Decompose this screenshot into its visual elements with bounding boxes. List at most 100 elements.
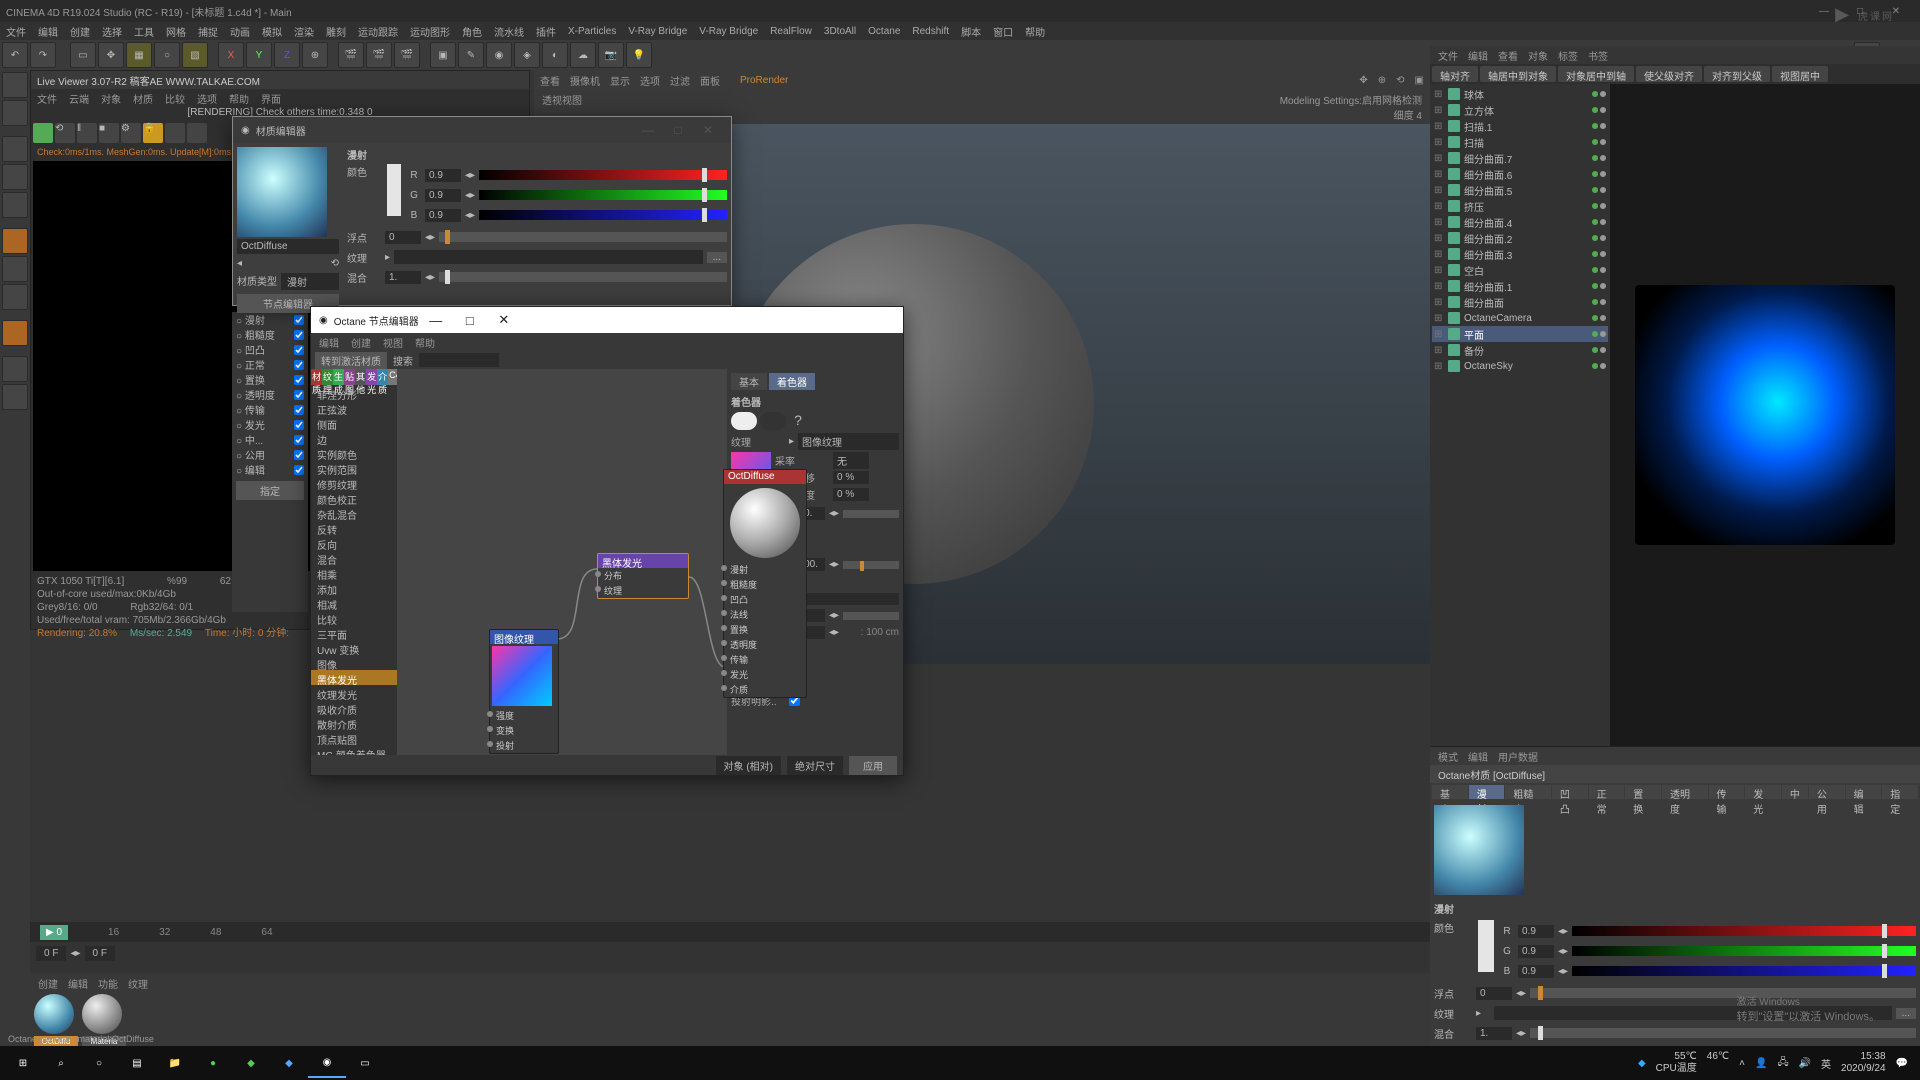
menu-动画[interactable]: 动画: [230, 24, 250, 39]
channel-公用[interactable]: ○ 公用: [232, 447, 308, 462]
light-button[interactable]: 💡: [626, 42, 652, 68]
mateditor-type-select[interactable]: 漫射: [281, 273, 339, 290]
app-button-rec[interactable]: ▭: [346, 1048, 384, 1078]
attr-menu-模式[interactable]: 模式: [1438, 749, 1458, 763]
tree-item-细分曲面.3[interactable]: ⊞细分曲面.3: [1432, 246, 1608, 262]
select-tool[interactable]: ▭: [70, 42, 96, 68]
vp-menu-查看[interactable]: 查看: [540, 77, 560, 88]
ne-menu-创建[interactable]: 创建: [351, 335, 371, 349]
ne-item-添加[interactable]: 添加: [311, 580, 397, 595]
axis-mode[interactable]: [2, 228, 28, 254]
close-button[interactable]: ✕: [1878, 3, 1914, 19]
attr-r-slider[interactable]: [1572, 926, 1916, 936]
attr-tab-粗糙度[interactable]: 粗糙度: [1505, 785, 1551, 799]
ne-item-纹理发光[interactable]: 纹理发光: [311, 685, 397, 700]
attr-tab-置换[interactable]: 置换: [1625, 785, 1661, 799]
ne-item-修剪纹理[interactable]: 修剪纹理: [311, 475, 397, 490]
menu-脚本[interactable]: 脚本: [961, 24, 981, 39]
obj-menu-查看[interactable]: 查看: [1498, 48, 1518, 62]
me-b-slider[interactable]: [479, 210, 727, 220]
attr-mat-preview[interactable]: [1434, 805, 1524, 895]
ne-toggle-2[interactable]: [760, 412, 786, 430]
attr-color-swatch[interactable]: [1478, 920, 1494, 972]
tree-item-细分曲面.6[interactable]: ⊞细分曲面.6: [1432, 166, 1608, 182]
lv-pick[interactable]: [165, 123, 185, 143]
tree-item-平面[interactable]: ⊞平面: [1432, 326, 1608, 342]
channel-编辑[interactable]: ○ 编辑: [232, 462, 308, 477]
attr-b-value[interactable]: 0.9: [1518, 965, 1554, 978]
texture-mode[interactable]: [2, 100, 28, 126]
timeline-ruler[interactable]: ▶ 016324864: [30, 922, 1430, 942]
lv-menu-帮助[interactable]: 帮助: [229, 91, 249, 103]
lv-menu-对象[interactable]: 对象: [101, 91, 121, 103]
attr-float-value[interactable]: 0: [1476, 987, 1512, 1000]
menu-文件[interactable]: 文件: [6, 24, 26, 39]
attr-menu-用户数据[interactable]: 用户数据: [1498, 749, 1538, 763]
ne-item-相乘[interactable]: 相乘: [311, 565, 397, 580]
channel-正常[interactable]: ○ 正常: [232, 357, 308, 372]
nodeeditor-titlebar[interactable]: ◉ Octane 节点编辑器 — □ ✕: [311, 307, 903, 333]
align-tab[interactable]: 轴对齐: [1432, 66, 1478, 82]
menu-RealFlow[interactable]: RealFlow: [770, 26, 812, 37]
ne-dist-field[interactable]: [798, 593, 899, 605]
me-float-slider[interactable]: [439, 232, 727, 242]
attr-tab-透明度[interactable]: 透明度: [1662, 785, 1708, 799]
attr-mix-value[interactable]: 1.: [1476, 1027, 1512, 1040]
menu-模拟[interactable]: 模拟: [262, 24, 282, 39]
ne-tab-shader[interactable]: 着色器: [769, 373, 815, 390]
scale-tool[interactable]: ▦: [126, 42, 152, 68]
attr-tab-漫射[interactable]: 漫射: [1469, 785, 1505, 799]
attr-tab-传输[interactable]: 传输: [1709, 785, 1745, 799]
lv-menu-材质[interactable]: 材质: [133, 91, 153, 103]
nodeeditor-minimize[interactable]: —: [419, 313, 453, 328]
app-button-2[interactable]: ◆: [232, 1048, 270, 1078]
rotate-tool[interactable]: ○: [154, 42, 180, 68]
ne-help-icon[interactable]: ?: [789, 412, 807, 430]
ne-search-input[interactable]: [419, 353, 499, 367]
obj-menu-书签[interactable]: 书签: [1588, 48, 1608, 62]
mateditor-maximize[interactable]: □: [663, 123, 693, 137]
menu-插件[interactable]: 插件: [536, 24, 556, 39]
mm-menu-功能[interactable]: 功能: [98, 976, 118, 988]
me-mix-value[interactable]: 1.: [385, 271, 421, 284]
point-mode[interactable]: [2, 136, 28, 162]
ne-cat-介质[interactable]: 介质: [377, 369, 388, 385]
ne-item-正弦波[interactable]: 正弦波: [311, 400, 397, 415]
ne-item-实例颜色[interactable]: 实例颜色: [311, 445, 397, 460]
attr-r-value[interactable]: 0.9: [1518, 925, 1554, 938]
node-blackbody-emit[interactable]: 黑体发光 分布 纹理: [597, 553, 689, 599]
lv-menu-文件[interactable]: 文件: [37, 91, 57, 103]
channel-凹凸[interactable]: ○ 凹凸: [232, 342, 308, 357]
ne-item-边[interactable]: 边: [311, 430, 397, 445]
mateditor-minimize[interactable]: —: [633, 123, 663, 137]
attr-menu-编辑[interactable]: 编辑: [1468, 749, 1488, 763]
uv-mode[interactable]: [2, 256, 28, 282]
tree-item-OctaneSky[interactable]: ⊞OctaneSky: [1432, 358, 1608, 374]
ne-item-吸收介质[interactable]: 吸收介质: [311, 700, 397, 715]
attr-g-slider[interactable]: [1572, 946, 1916, 956]
tray-vol-icon[interactable]: 🔊: [1799, 1058, 1811, 1069]
channel-中...[interactable]: ○ 中...: [232, 432, 308, 447]
ne-tex-value[interactable]: 图像纹理: [798, 433, 899, 450]
attr-tex-browse[interactable]: ...: [1896, 1008, 1916, 1019]
poly-mode[interactable]: [2, 192, 28, 218]
cube-button[interactable]: ▣: [430, 42, 456, 68]
app-button-3[interactable]: ◆: [270, 1048, 308, 1078]
menu-角色[interactable]: 角色: [462, 24, 482, 39]
lv-settings[interactable]: ⚙: [121, 123, 141, 143]
attr-tab-正常[interactable]: 正常: [1589, 785, 1625, 799]
vp-rotate-icon[interactable]: ⟲: [1396, 75, 1404, 86]
menu-运动图形[interactable]: 运动图形: [410, 24, 450, 39]
tree-item-球体[interactable]: ⊞球体: [1432, 86, 1608, 102]
axis-x-button[interactable]: X: [218, 42, 244, 68]
tree-item-挤压[interactable]: ⊞挤压: [1432, 198, 1608, 214]
node-image-texture[interactable]: 图像纹理 强度 变换 投射: [489, 629, 559, 754]
tree-item-备份[interactable]: ⊞备份: [1432, 342, 1608, 358]
generator-button[interactable]: ◈: [514, 42, 540, 68]
ne-tab-basic[interactable]: 基本: [731, 373, 767, 390]
menu-捕捉[interactable]: 捕捉: [198, 24, 218, 39]
model-mode[interactable]: [2, 72, 28, 98]
env-button[interactable]: ☁: [570, 42, 596, 68]
channel-粗糙度[interactable]: ○ 粗糙度: [232, 327, 308, 342]
vp-zoom-icon[interactable]: ⊕: [1378, 75, 1386, 86]
